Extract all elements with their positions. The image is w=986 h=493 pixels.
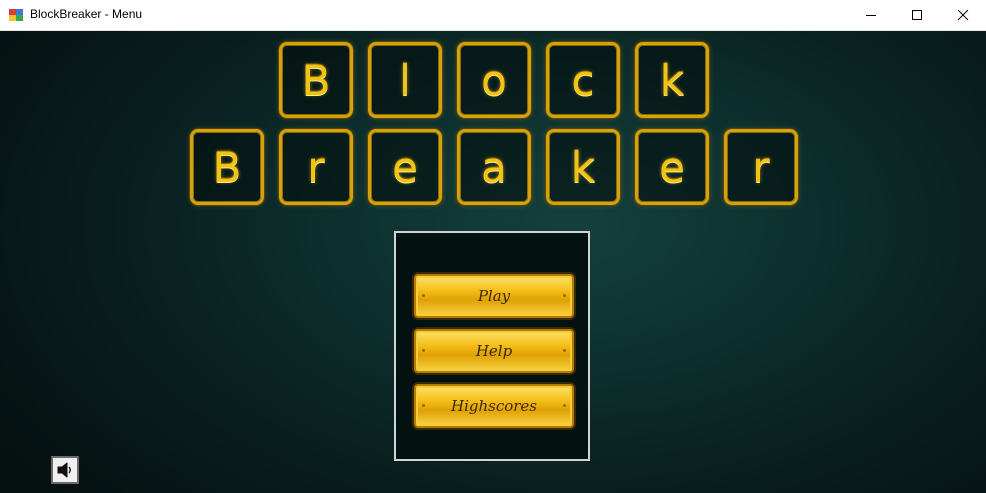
title-letter-tile: B <box>190 129 264 205</box>
title-letter-tile: B <box>279 42 353 118</box>
title-letter-tile: e <box>368 129 442 205</box>
minimize-button[interactable] <box>848 0 894 30</box>
speaker-icon <box>57 462 71 478</box>
close-button[interactable] <box>940 0 986 30</box>
window-title: BlockBreaker - Menu <box>30 7 143 21</box>
maximize-icon <box>912 10 922 20</box>
title-letter-tile: e <box>635 129 709 205</box>
help-button[interactable]: Help <box>414 329 574 373</box>
title-letter-tile: o <box>457 42 531 118</box>
title-letter-tile: a <box>457 129 531 205</box>
maximize-button[interactable] <box>894 0 940 30</box>
sound-toggle-button[interactable] <box>51 456 79 484</box>
minimize-icon <box>866 15 876 16</box>
highscores-button[interactable]: Highscores <box>414 384 574 428</box>
title-letter-tile: k <box>546 129 620 205</box>
title-letter-tile: k <box>635 42 709 118</box>
app-icon <box>9 9 23 21</box>
title-letter-tile: c <box>546 42 620 118</box>
title-letter-tile: r <box>724 129 798 205</box>
menu-panel: Play Help Highscores <box>394 231 590 461</box>
close-icon <box>957 9 969 21</box>
title-letter-tile: r <box>279 129 353 205</box>
window-titlebar: BlockBreaker - Menu <box>0 0 986 31</box>
title-letter-tile: l <box>368 42 442 118</box>
game-menu-canvas: B l o c k B r e a k e r Play Help Highsc… <box>0 31 986 493</box>
play-button[interactable]: Play <box>414 274 574 318</box>
